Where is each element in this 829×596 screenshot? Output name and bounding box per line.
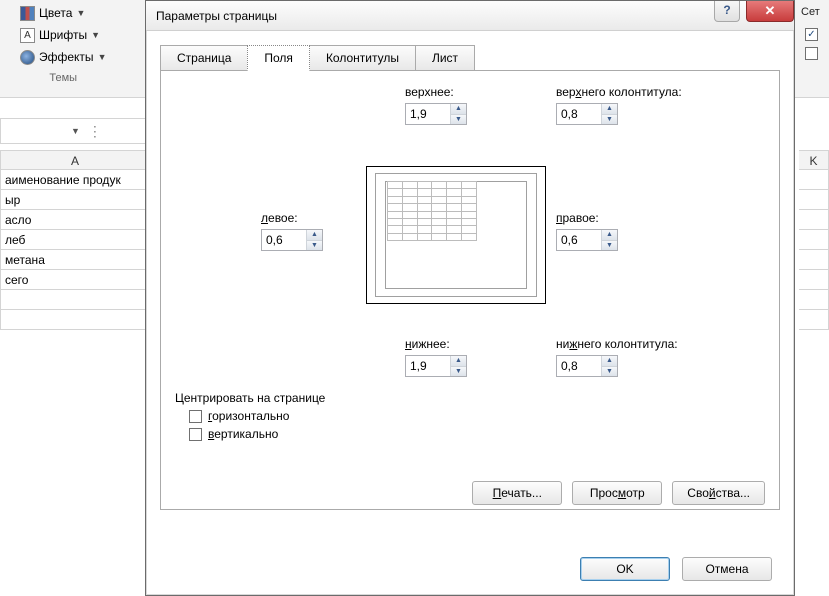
top-margin-spinner[interactable]: ▲▼ — [405, 103, 467, 125]
cell[interactable]: леб — [0, 230, 150, 250]
spin-up-icon[interactable]: ▲ — [307, 230, 322, 241]
print-button[interactable]: Печать... — [472, 481, 562, 505]
column-header-k[interactable]: K — [799, 150, 829, 170]
preview-button[interactable]: Просмотр — [572, 481, 662, 505]
center-group-label: Центрировать на странице — [175, 391, 325, 405]
cell[interactable]: метана — [0, 250, 150, 270]
spin-down-icon[interactable]: ▼ — [307, 241, 322, 251]
left-margin-spinner[interactable]: ▲▼ — [261, 229, 323, 251]
top-margin-label: верхнее: — [405, 85, 454, 99]
spin-up-icon[interactable]: ▲ — [451, 356, 466, 367]
top-margin-input[interactable] — [406, 104, 450, 124]
header-margin-input[interactable] — [557, 104, 601, 124]
cell[interactable] — [799, 250, 829, 270]
cancel-button[interactable]: Отмена — [682, 557, 772, 581]
dots-icon: ⋮ — [88, 123, 103, 140]
cell[interactable] — [799, 290, 829, 310]
dialog-title: Параметры страницы — [156, 9, 277, 23]
center-horizontal-checkbox[interactable]: горизонтально — [189, 409, 325, 423]
fonts-icon: A — [20, 28, 35, 43]
effects-menu[interactable]: Эффекты ▼ — [20, 46, 106, 68]
spin-up-icon[interactable]: ▲ — [451, 104, 466, 115]
checkbox-icon — [189, 428, 202, 441]
gridlines-checkbox-2[interactable] — [805, 47, 818, 60]
right-margin-input[interactable] — [557, 230, 601, 250]
close-button[interactable]: ✕ — [746, 1, 794, 22]
header-margin-spinner[interactable]: ▲▼ — [556, 103, 618, 125]
dialog-titlebar[interactable]: Параметры страницы ? ✕ — [146, 1, 794, 31]
worksheet-right: K — [799, 150, 829, 330]
spin-down-icon[interactable]: ▼ — [602, 367, 617, 377]
help-button[interactable]: ? — [714, 1, 740, 22]
cell[interactable] — [799, 210, 829, 230]
chevron-down-icon: ▼ — [71, 126, 80, 136]
margins-preview — [366, 166, 546, 304]
name-box[interactable]: ▼ ⋮ — [0, 118, 150, 144]
colors-label: Цвета — [39, 6, 72, 20]
spin-up-icon[interactable]: ▲ — [602, 230, 617, 241]
themes-group-label: Темы — [20, 72, 106, 84]
bottom-margin-label: нижнее: — [405, 337, 450, 351]
spin-down-icon[interactable]: ▼ — [602, 115, 617, 125]
spin-down-icon[interactable]: ▼ — [451, 367, 466, 377]
bottom-margin-spinner[interactable]: ▲▼ — [405, 355, 467, 377]
spin-up-icon[interactable]: ▲ — [602, 356, 617, 367]
page-setup-dialog: Параметры страницы ? ✕ Страница Поля Кол… — [145, 0, 795, 596]
gridlines-checkbox-1[interactable]: ✓ — [805, 28, 818, 41]
cell[interactable] — [799, 310, 829, 330]
left-margin-input[interactable] — [262, 230, 306, 250]
colors-menu[interactable]: Цвета ▼ — [20, 2, 106, 24]
cell[interactable] — [0, 290, 150, 310]
margins-panel: верхнее: ▲▼ верхнего колонтитула: ▲▼ лев… — [160, 70, 780, 510]
cell[interactable] — [799, 230, 829, 250]
chevron-down-icon: ▼ — [91, 30, 100, 40]
cell[interactable] — [799, 190, 829, 210]
preview-grid-icon — [387, 181, 477, 241]
cell[interactable]: аименование продук — [0, 170, 150, 190]
center-horizontal-label: горизонтально — [208, 409, 289, 423]
footer-margin-label: нижнего колонтитула: — [556, 337, 678, 351]
tab-sheet[interactable]: Лист — [415, 45, 475, 71]
checkbox-icon — [189, 410, 202, 423]
tab-headers[interactable]: Колонтитулы — [309, 45, 416, 71]
cell[interactable] — [799, 170, 829, 190]
colors-icon — [20, 6, 35, 21]
tab-page[interactable]: Страница — [160, 45, 248, 71]
chevron-down-icon: ▼ — [76, 8, 85, 18]
fonts-label: Шрифты — [39, 28, 87, 42]
cell[interactable]: сего — [0, 270, 150, 290]
chevron-down-icon: ▼ — [98, 52, 107, 62]
cell[interactable]: ыр — [0, 190, 150, 210]
cell[interactable]: асло — [0, 210, 150, 230]
center-vertical-label: вертикально — [208, 427, 278, 441]
effects-label: Эффекты — [39, 50, 94, 64]
cell[interactable] — [799, 270, 829, 290]
effects-icon — [20, 50, 35, 65]
spin-down-icon[interactable]: ▼ — [602, 241, 617, 251]
fonts-menu[interactable]: A Шрифты ▼ — [20, 24, 106, 46]
footer-margin-input[interactable] — [557, 356, 601, 376]
cell[interactable] — [0, 310, 150, 330]
tab-margins[interactable]: Поля — [247, 45, 310, 71]
spin-up-icon[interactable]: ▲ — [602, 104, 617, 115]
options-button[interactable]: Свойства... — [672, 481, 765, 505]
ok-button[interactable]: OK — [580, 557, 670, 581]
bottom-margin-input[interactable] — [406, 356, 450, 376]
right-margin-label: правое: — [556, 211, 599, 225]
right-margin-spinner[interactable]: ▲▼ — [556, 229, 618, 251]
grid-section-label: Сет — [801, 6, 829, 18]
footer-margin-spinner[interactable]: ▲▼ — [556, 355, 618, 377]
center-vertical-checkbox[interactable]: вертикально — [189, 427, 325, 441]
column-header-a[interactable]: A — [0, 150, 150, 170]
left-margin-label: левое: — [261, 211, 298, 225]
worksheet-left: A аименование продук ыр асло леб метана … — [0, 150, 150, 330]
header-margin-label: верхнего колонтитула: — [556, 85, 682, 99]
spin-down-icon[interactable]: ▼ — [451, 115, 466, 125]
